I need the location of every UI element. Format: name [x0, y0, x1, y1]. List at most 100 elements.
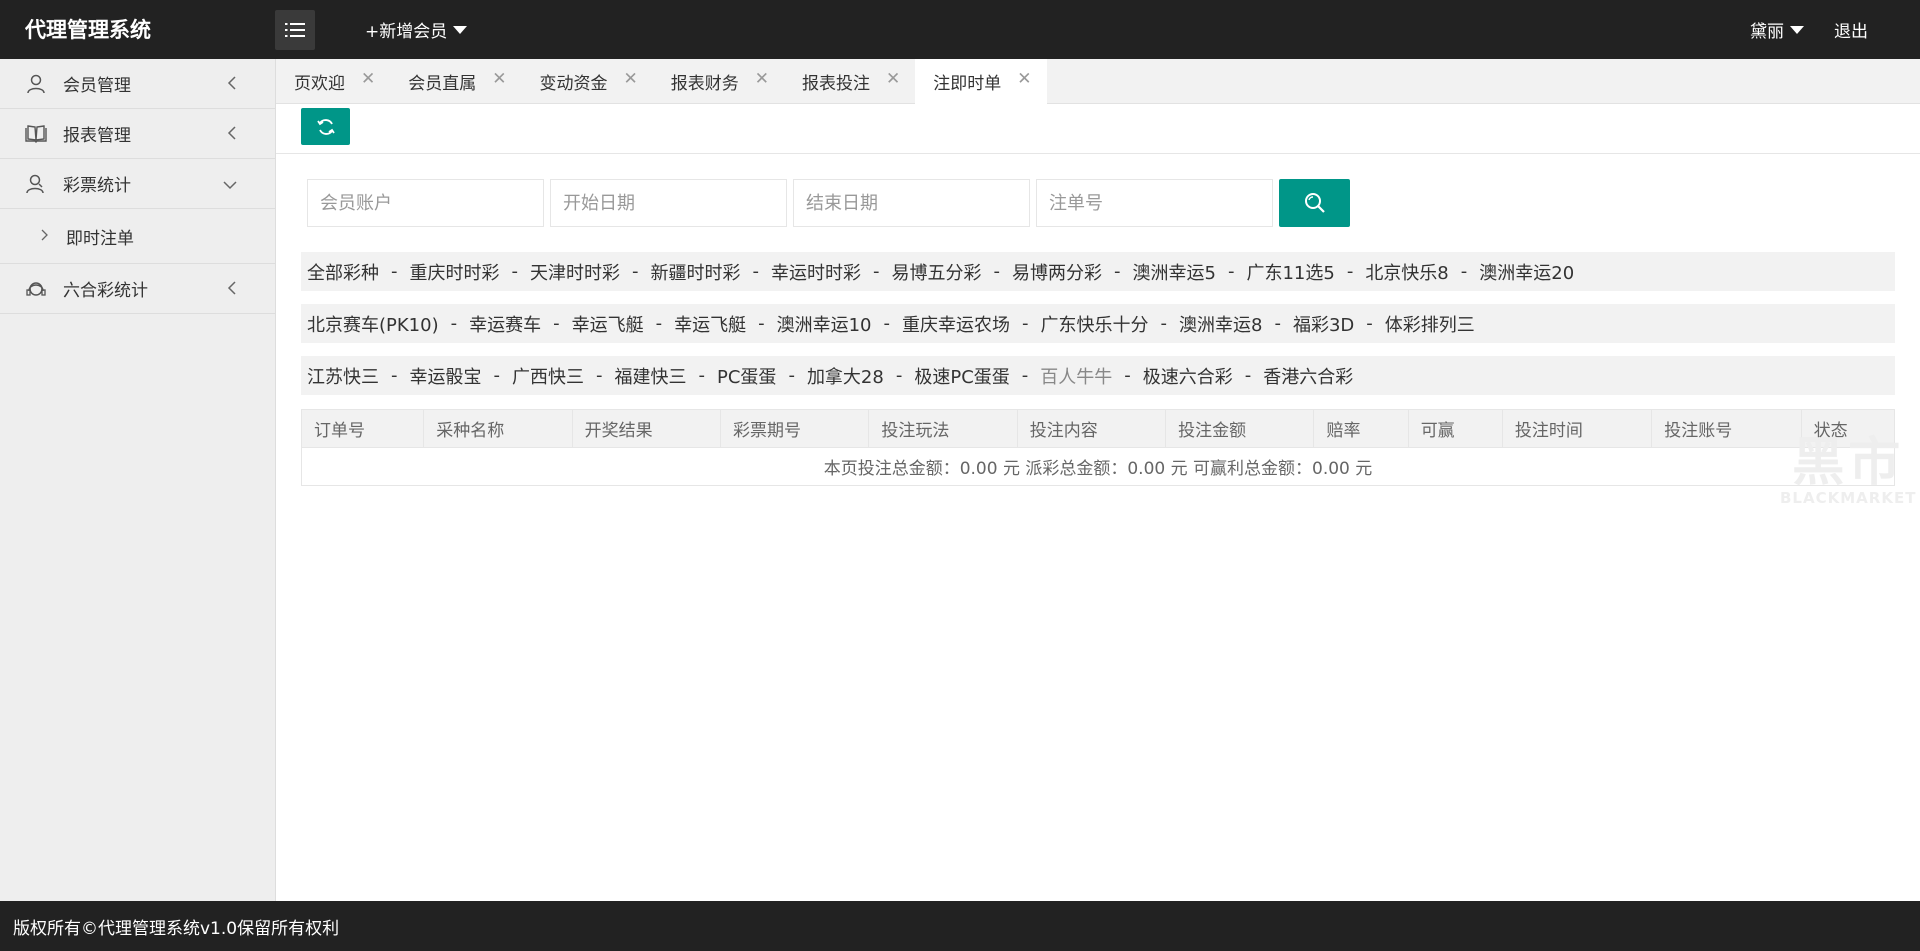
column-header: 订单号 [300, 409, 425, 448]
lottery-link[interactable]: 幸运飞艇 [572, 311, 644, 337]
refresh-icon [316, 118, 335, 135]
table-header-row: 订单号 采种名称 开奖结果 彩票期号 投注玩法 投注内容 投注金额 赔率 可赢 … [300, 409, 1896, 448]
lottery-link[interactable]: 江苏快三 [307, 363, 379, 389]
footer: 版权所有©代理管理系统v1.0保留所有权利 [0, 901, 1920, 951]
column-header: 投注时间 [1501, 409, 1653, 448]
lottery-link[interactable]: 体彩排列三 [1385, 311, 1475, 337]
tab-label: 报表投注 [802, 74, 870, 94]
lottery-row-3: 江苏快三 - 幸运骰宝 - 广西快三 - 福建快三 - PC蛋蛋 - 加拿大28- 极速P… [301, 356, 1895, 395]
chevron-down-icon [223, 175, 237, 195]
chevron-left-icon [227, 125, 237, 145]
lottery-link[interactable]: 重庆幸运农场 [902, 311, 1010, 337]
lottery-link[interactable]: 福彩3D [1293, 311, 1354, 337]
lottery-link[interactable]: 北京赛车(PK10) [307, 311, 439, 337]
lottery-link[interactable]: 北京快乐8 [1365, 259, 1448, 285]
lottery-link[interactable]: 极速六合彩 [1143, 363, 1233, 389]
tab-direct-members[interactable]: 会员直属 ✕ [390, 59, 521, 104]
sidebar-item-report-management[interactable]: 报表管理 [0, 109, 275, 159]
tab-label: 注即时单 [933, 74, 1002, 94]
start-date-input[interactable] [550, 179, 787, 227]
book-icon [25, 123, 47, 145]
column-header: 投注玩法 [868, 409, 1018, 448]
lottery-link[interactable]: 香港六合彩 [1263, 363, 1353, 389]
close-icon[interactable]: ✕ [886, 69, 900, 89]
lottery-link[interactable]: 澳洲幸运8 [1179, 311, 1262, 337]
search-button[interactable] [1279, 179, 1350, 227]
close-icon[interactable]: ✕ [361, 69, 375, 89]
headset-icon [25, 278, 47, 300]
tab-fund-changes[interactable]: 变动资金 ✕ [522, 59, 653, 104]
lottery-link[interactable]: 澳洲幸运20 [1479, 259, 1574, 285]
caret-down-icon [453, 25, 468, 34]
chevron-right-icon [40, 226, 48, 246]
watermark-logo: 黑市 BLACKMARKET [1780, 437, 1916, 507]
lottery-link[interactable]: 全部彩种 [307, 259, 379, 285]
add-member-menu[interactable]: +新增会员 [365, 17, 468, 42]
lottery-link[interactable]: 幸运飞艇 [674, 311, 746, 337]
sidebar-item-label: 报表管理 [63, 126, 131, 146]
order-number-input[interactable] [1036, 179, 1273, 227]
top-header: 代理管理系统 +新增会员 黛丽 退出 [0, 0, 1920, 59]
sidebar-item-label: 会员管理 [63, 76, 131, 96]
caret-down-icon [1790, 25, 1804, 34]
lottery-row-2: 北京赛车(PK10) - 幸运赛车 - 幸运飞艇 - 幸运飞艇 - 澳洲幸运10- 重庆… [301, 304, 1895, 343]
lottery-link[interactable]: 幸运骰宝 [410, 363, 482, 389]
column-header: 投注内容 [1016, 409, 1167, 448]
close-icon[interactable]: ✕ [492, 69, 506, 89]
close-icon[interactable]: ✕ [755, 69, 769, 89]
lottery-link[interactable]: 广东快乐十分 [1041, 311, 1149, 337]
app-title: 代理管理系统 [25, 18, 151, 42]
user-menu[interactable]: 黛丽 [1750, 17, 1804, 42]
tab-label: 变动资金 [539, 74, 608, 94]
sidebar-item-member-management[interactable]: 会员管理 [0, 59, 275, 109]
sidebar-item-mark-six-stats[interactable]: 六合彩统计 [0, 264, 275, 314]
lottery-link[interactable]: 加拿大28 [807, 363, 884, 389]
lottery-link[interactable]: 易博两分彩 [1012, 259, 1102, 285]
lottery-link[interactable]: 重庆时时彩 [410, 259, 500, 285]
tab-betting-report[interactable]: 报表投注 ✕ [784, 59, 915, 104]
lottery-link[interactable]: 天津时时彩 [530, 259, 620, 285]
refresh-button[interactable] [301, 108, 350, 145]
sidebar: 会员管理 报表管理 彩票统计 即时注单 六合彩统计 [0, 59, 276, 901]
column-header: 彩票期号 [720, 409, 870, 448]
close-icon[interactable]: ✕ [624, 69, 638, 89]
sidebar-subitem-instant-bets[interactable]: 即时注单 [0, 209, 275, 264]
lottery-link[interactable]: PC蛋蛋 [717, 363, 776, 389]
search-icon [1304, 193, 1325, 213]
user-icon [25, 73, 47, 95]
lottery-link[interactable]: 易博五分彩 [892, 259, 982, 285]
tab-welcome[interactable]: 页欢迎 ✕ [276, 59, 390, 104]
column-header: 投注金额 [1165, 409, 1315, 448]
sidebar-item-lottery-stats[interactable]: 彩票统计 [0, 159, 275, 209]
lottery-link[interactable]: 百人牛牛 [1040, 363, 1112, 389]
lottery-link[interactable]: 极速PC蛋蛋 [914, 363, 1009, 389]
lottery-link[interactable]: 福建快三 [615, 363, 687, 389]
copyright-text: 版权所有©代理管理系统v1.0保留所有权利 [13, 918, 340, 939]
lottery-link[interactable]: 幸运时时彩 [771, 259, 861, 285]
tab-financial-report[interactable]: 报表财务 ✕ [653, 59, 784, 104]
column-header: 投注账号 [1651, 409, 1802, 448]
column-header: 开奖结果 [571, 409, 722, 448]
menu-toggle-button[interactable] [275, 10, 315, 50]
lottery-link[interactable]: 澳洲幸运5 [1133, 259, 1216, 285]
logout-link[interactable]: 退出 [1834, 17, 1868, 42]
sidebar-item-label: 六合彩统计 [63, 281, 148, 301]
summary-row: 本页投注总金额：0.00 元 派彩总金额：0.00 元 可赢利总金额：0.00 … [301, 447, 1895, 486]
add-member-label: +新增会员 [365, 22, 448, 42]
user-name: 黛丽 [1750, 22, 1784, 42]
tab-instant-bets[interactable]: 注即时单 ✕ [915, 59, 1047, 104]
close-icon[interactable]: ✕ [1017, 69, 1031, 89]
tab-label: 会员直属 [408, 74, 477, 94]
sidebar-item-label: 彩票统计 [63, 176, 131, 196]
lottery-link[interactable]: 澳洲幸运10 [777, 311, 872, 337]
summary-text: 本页投注总金额：0.00 元 派彩总金额：0.00 元 可赢利总金额：0.00 … [301, 447, 1895, 486]
member-account-input[interactable] [307, 179, 544, 227]
lottery-link[interactable]: 广西快三 [512, 363, 584, 389]
watermark-title: 黑市 [1792, 433, 1905, 493]
bets-table: 订单号 采种名称 开奖结果 彩票期号 投注玩法 投注内容 投注金额 赔率 可赢 … [300, 409, 1896, 486]
lottery-link[interactable]: 广东11选5 [1246, 259, 1334, 285]
end-date-input[interactable] [793, 179, 1030, 227]
watermark-subtitle: BLACKMARKET [1780, 489, 1917, 507]
lottery-link[interactable]: 新疆时时彩 [651, 259, 741, 285]
lottery-link[interactable]: 幸运赛车 [469, 311, 541, 337]
